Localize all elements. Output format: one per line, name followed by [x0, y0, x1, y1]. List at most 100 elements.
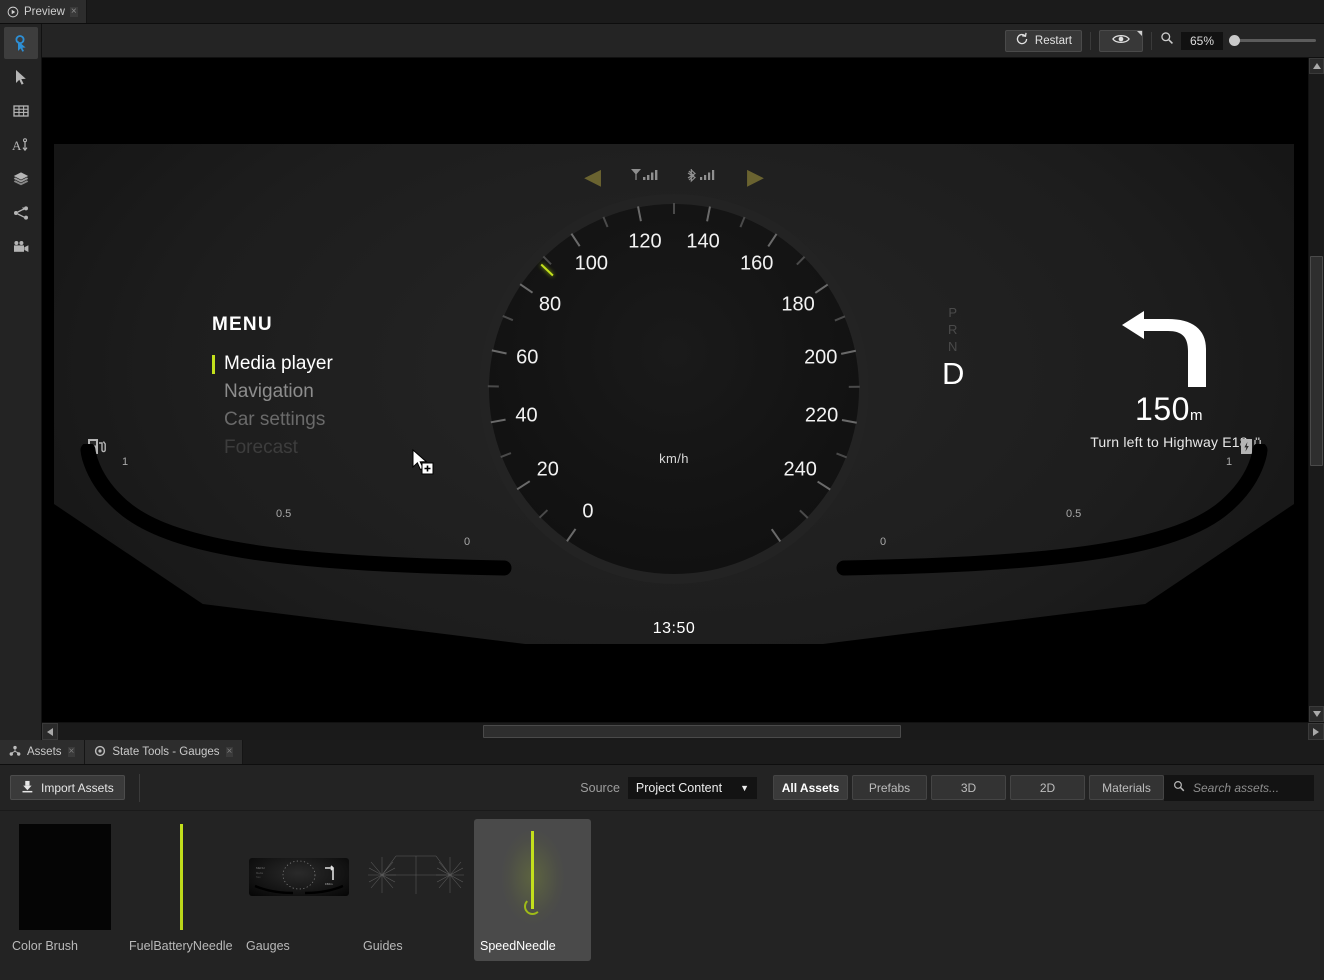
menu-item-car-settings[interactable]: Car settings [212, 406, 333, 434]
source-dropdown[interactable]: Project Content ▼ [628, 777, 757, 799]
assets-icon [9, 745, 21, 760]
hscroll-thumb[interactable] [483, 725, 901, 738]
filter-2d[interactable]: 2D [1010, 775, 1085, 800]
zoom-control: 65% [1160, 31, 1316, 50]
select-arrow-tool[interactable] [4, 61, 38, 93]
gear-r: R [942, 321, 964, 338]
refresh-icon [1015, 32, 1029, 49]
battery-gauge-band [824, 444, 1284, 579]
navigation-panel: 150m Turn left to Highway E18 [1014, 299, 1308, 450]
asset-guides[interactable]: Guides [357, 819, 474, 961]
asset-thumbnail [480, 825, 585, 929]
zoom-value[interactable]: 65% [1181, 32, 1223, 50]
instrument-cluster: ◀ [54, 144, 1294, 644]
menu-item-media-player[interactable]: Media player [212, 350, 333, 378]
filter-materials[interactable]: Materials [1089, 775, 1164, 800]
close-icon[interactable]: × [226, 747, 234, 757]
nav-distance-value: 150 [1135, 391, 1190, 427]
menu-title: MENU [212, 314, 333, 336]
asset-label: Color Brush [12, 939, 78, 953]
cluster-thumb: MENU Media Nav 150m [249, 858, 349, 896]
restart-button[interactable]: Restart [1005, 30, 1082, 52]
mouse-cursor [412, 449, 438, 482]
tab-state-tools-gauges[interactable]: State Tools - Gauges × [85, 740, 243, 764]
tab-assets[interactable]: Assets × [0, 740, 85, 764]
search-assets-placeholder: Search assets... [1193, 781, 1279, 795]
speedometer-label: 160 [740, 252, 773, 275]
speedometer-label: 0 [582, 500, 593, 523]
tab-preview[interactable]: Preview × [0, 0, 87, 23]
asset-label: Gauges [246, 939, 290, 953]
svg-text:MENU: MENU [256, 866, 265, 870]
states-node-tool[interactable] [4, 197, 38, 229]
canvas-vertical-scrollbar[interactable] [1308, 58, 1324, 722]
bluetooth-icon [685, 167, 719, 188]
asset-label: Guides [363, 939, 403, 953]
asset-fuel-battery-needle[interactable]: FuelBatteryNeedle [123, 819, 240, 961]
svg-text:Media: Media [256, 871, 264, 875]
menu-item-navigation[interactable]: Navigation [212, 378, 333, 406]
scroll-down-button[interactable] [1309, 706, 1324, 722]
nav-distance: 150m [1014, 391, 1308, 428]
visibility-button[interactable] [1099, 30, 1143, 52]
filter-all-assets[interactable]: All Assets [773, 775, 848, 800]
top-tabstrip: Preview × [0, 0, 1324, 24]
speedometer-label: 140 [686, 230, 719, 253]
search-assets-box[interactable]: Search assets... [1164, 775, 1314, 801]
table-grid-tool[interactable] [4, 95, 38, 127]
asset-speed-needle[interactable]: SpeedNeedle [474, 819, 591, 961]
restart-label: Restart [1035, 35, 1072, 47]
toolbar-divider-1 [1090, 32, 1091, 50]
scroll-left-button[interactable] [42, 723, 58, 740]
eye-icon [1112, 32, 1130, 50]
assets-toolbar: Import Assets Source Project Content ▼ A… [0, 765, 1324, 811]
filter-3d[interactable]: 3D [931, 775, 1006, 800]
filter-prefabs[interactable]: Prefabs [852, 775, 927, 800]
cellular-signal-icon [629, 167, 663, 188]
asset-gauges[interactable]: MENU Media Nav 150m Gauges [240, 819, 357, 961]
zoom-slider[interactable] [1230, 39, 1316, 42]
fuel-gauge-band [64, 444, 524, 579]
needle-line-thumb [180, 824, 183, 930]
cluster-menu: MENU Media player Navigation Car setting… [212, 314, 333, 462]
close-icon[interactable]: × [68, 747, 76, 757]
layers-tool[interactable] [4, 163, 38, 195]
guides-thumb [366, 850, 466, 905]
vscroll-track[interactable] [1309, 74, 1324, 706]
asset-filters: All Assets Prefabs 3D 2D Materials [773, 775, 1164, 800]
asset-grid: Color Brush FuelBatteryNeedle MENU Media… [0, 811, 1324, 980]
hscroll-track[interactable] [58, 723, 1308, 740]
asset-thumbnail [129, 825, 234, 929]
preview-canvas[interactable]: ◀ [42, 58, 1308, 722]
cursor-hand-tool[interactable] [4, 27, 38, 59]
nav-distance-unit: m [1190, 407, 1203, 424]
preview-toolbar: Restart 6 [42, 24, 1324, 58]
scroll-right-button[interactable] [1308, 723, 1324, 740]
gear-d-active: D [942, 357, 964, 391]
chevron-down-icon: ▼ [740, 783, 749, 793]
tab-assets-label: Assets [27, 746, 62, 758]
editor-body: A [0, 24, 1324, 740]
black-swatch-thumb [19, 824, 111, 930]
close-icon[interactable]: × [70, 7, 78, 17]
speedometer-label: 20 [537, 459, 559, 482]
cluster-status-row: ◀ [54, 166, 1294, 188]
source-value: Project Content [636, 781, 722, 795]
dropdown-corner-icon[interactable] [1137, 31, 1142, 36]
scroll-up-button[interactable] [1309, 58, 1324, 74]
download-icon [21, 780, 34, 796]
import-assets-label: Import Assets [41, 781, 114, 795]
asset-color-brush[interactable]: Color Brush [6, 819, 123, 961]
import-assets-button[interactable]: Import Assets [10, 775, 125, 800]
canvas-horizontal-scrollbar[interactable] [42, 722, 1324, 740]
gear-indicator: P R N D [942, 304, 964, 391]
asset-thumbnail: MENU Media Nav 150m [246, 825, 351, 929]
magnifier-icon [1160, 31, 1174, 50]
state-tools-icon [94, 745, 106, 760]
camera-tool[interactable] [4, 231, 38, 263]
vscroll-thumb[interactable] [1310, 256, 1323, 466]
speedometer: km/h 020406080100120140160180200220240 [479, 194, 869, 584]
asset-label: FuelBatteryNeedle [129, 939, 233, 953]
zoom-slider-knob[interactable] [1229, 35, 1240, 46]
text-tool[interactable]: A [4, 129, 38, 161]
